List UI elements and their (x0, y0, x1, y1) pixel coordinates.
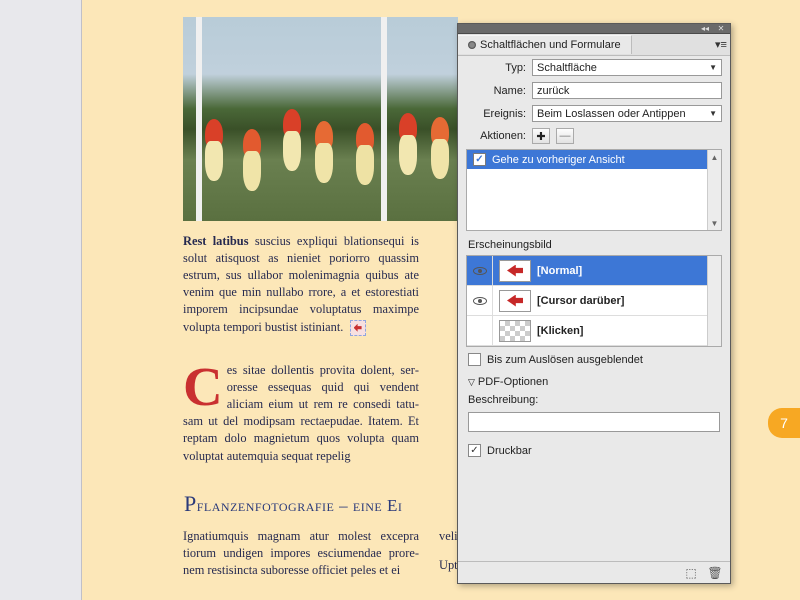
visibility-toggle[interactable] (467, 256, 493, 285)
state-hover[interactable]: [Cursor darüber] (467, 286, 721, 316)
page-number-tab: 7 (768, 408, 800, 438)
state-normal[interactable]: [Normal] (467, 256, 721, 286)
dropcap: C (183, 362, 227, 408)
panel-title: Schaltflächen und Formulare (480, 39, 621, 51)
type-value: Schaltfläche (537, 62, 597, 74)
scroll-up-icon[interactable]: ▲ (708, 150, 721, 164)
section-heading: Pflanzenfotografie – eine Ei (184, 491, 402, 517)
actions-list: ✓ Gehe zu vorheriger Ansicht ▲ ▼ (466, 149, 722, 231)
buttons-forms-panel: ◂◂ ✕ Schaltflächen und Formulare ▾≡ Typ:… (457, 23, 731, 584)
appearance-scrollbar[interactable] (707, 256, 721, 346)
panel-topbar[interactable]: ◂◂ ✕ (458, 24, 730, 34)
printable-checkbox[interactable]: ✓ (468, 444, 481, 457)
action-item-goto-prev[interactable]: ✓ Gehe zu vorheriger Ansicht (467, 150, 721, 169)
eye-icon (473, 267, 487, 275)
hidden-until-checkbox[interactable] (468, 353, 481, 366)
name-value: zurück (537, 85, 569, 97)
back-arrow-icon[interactable] (350, 320, 366, 336)
page-gutter (0, 0, 82, 600)
panel-footer: ⬚ 🗑 (458, 561, 730, 583)
article-paragraph-1: Rest latibus suscius expliqui blationseq… (183, 233, 419, 336)
gear-icon (468, 41, 476, 49)
state-label: [Normal] (537, 265, 582, 277)
article-photo (183, 17, 458, 221)
arrow-left-icon (507, 265, 523, 277)
panel-tabs: Schaltflächen und Formulare ▾≡ (458, 34, 730, 56)
arrow-left-icon (507, 295, 523, 307)
state-label: [Klicken] (537, 325, 583, 337)
state-click[interactable]: [Klicken] (467, 316, 721, 346)
row-event: Ereignis: Beim Loslassen oder Antippen ▼ (458, 102, 730, 125)
state-thumb (499, 260, 531, 282)
scroll-down-icon[interactable]: ▼ (708, 216, 721, 230)
type-label: Typ: (466, 62, 526, 74)
para1-rest: suscius expliqui blationsequi is solut a… (183, 234, 419, 334)
description-label: Beschreibung: (458, 392, 730, 410)
event-dropdown[interactable]: Beim Loslassen oder Antippen ▼ (532, 105, 722, 122)
pdf-options-label: PDF-Optionen (478, 376, 548, 388)
row-type: Typ: Schaltfläche ▼ (458, 56, 730, 79)
eye-icon (473, 297, 487, 305)
close-icon[interactable]: ✕ (716, 25, 726, 32)
actions-scrollbar[interactable]: ▲ ▼ (707, 150, 721, 230)
chevron-down-icon: ▼ (709, 109, 717, 118)
event-label: Ereignis: (466, 108, 526, 120)
visibility-toggle[interactable] (467, 316, 493, 345)
row-name: Name: zurück (458, 79, 730, 102)
name-input[interactable]: zurück (532, 82, 722, 99)
article-paragraph-2: Ces sitae dollentis provita dolent, ser­… (183, 362, 419, 465)
action-item-label: Gehe zu vorheriger Ansicht (492, 154, 625, 166)
printable-label: Druckbar (487, 445, 532, 457)
actions-label: Aktionen: (466, 130, 526, 142)
appearance-list: [Normal] [Cursor darüber] [Klicken] (466, 255, 722, 347)
bottom-column-left: Ignatiumquis magnam atur molest excepra … (183, 528, 419, 579)
visibility-toggle[interactable] (467, 286, 493, 315)
state-thumb (499, 290, 531, 312)
preview-button[interactable]: ⬚ (682, 565, 700, 581)
lead-strong: Rest latibus (183, 234, 249, 248)
name-label: Name: (466, 85, 526, 97)
event-value: Beim Loslassen oder Antippen (537, 108, 686, 120)
row-hidden-until: Bis zum Auslösen ausgeblendet (458, 347, 730, 372)
heading-cap: P (184, 491, 197, 516)
disclosure-icon: ▽ (468, 377, 475, 388)
state-label: [Cursor darüber] (537, 295, 624, 307)
trash-button[interactable]: 🗑 (706, 565, 724, 581)
state-thumb (499, 320, 531, 342)
remove-action-button[interactable]: — (556, 128, 574, 144)
collapse-icon[interactable]: ◂◂ (700, 25, 710, 32)
description-input[interactable] (468, 412, 720, 432)
appearance-heading: Erscheinungsbild (458, 231, 730, 255)
row-printable: ✓ Druckbar (458, 438, 730, 463)
row-actions: Aktionen: ✚ — (458, 125, 730, 147)
action-checkbox[interactable]: ✓ (473, 153, 486, 166)
chevron-down-icon: ▼ (709, 63, 717, 72)
pdf-options-header[interactable]: ▽ PDF-Optionen (458, 372, 730, 392)
add-action-button[interactable]: ✚ (532, 128, 550, 144)
heading-rest: flanzenfotografie – eine Ei (197, 496, 403, 515)
hidden-until-label: Bis zum Auslösen ausgeblendet (487, 354, 643, 366)
tab-buttons-forms[interactable]: Schaltflächen und Formulare (458, 35, 632, 54)
type-dropdown[interactable]: Schaltfläche ▼ (532, 59, 722, 76)
panel-menu-button[interactable]: ▾≡ (712, 38, 730, 51)
